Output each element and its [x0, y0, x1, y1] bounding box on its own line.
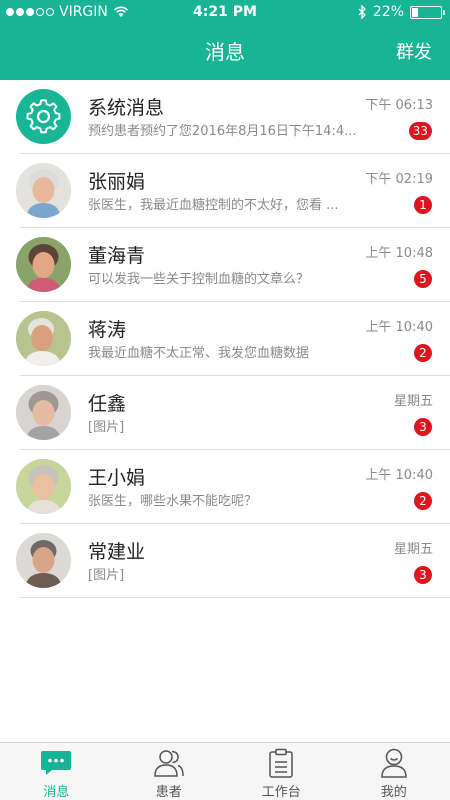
avatar [16, 385, 71, 440]
elderly-man-photo [16, 533, 71, 588]
avatar [16, 163, 71, 218]
contact-name: 系统消息 [88, 97, 165, 119]
tab-bar: 消息 患者 工作台 我的 [0, 742, 450, 800]
contact-name: 常建业 [88, 541, 146, 563]
avatar [16, 533, 71, 588]
clipboard-icon [269, 748, 293, 778]
message-time: 上午 10:40 [365, 320, 433, 335]
profile-icon [380, 748, 407, 778]
elderly-woman-photo [16, 163, 71, 218]
tab-label: 患者 [155, 785, 182, 800]
battery-level [412, 7, 419, 17]
patients-icon [153, 750, 184, 777]
message-row[interactable]: 张丽娟 张医生，我最近血糖控制的不太好，您看 ... 下午 02:19 1 [0, 154, 450, 228]
broadcast-button[interactable]: 群发 [396, 38, 432, 64]
unread-badge: 2 [414, 344, 432, 362]
tab-workbench[interactable]: 工作台 [225, 743, 338, 800]
tab-messages[interactable]: 消息 [0, 743, 113, 800]
contact-name: 张丽娟 [88, 171, 146, 193]
status-right: 22% [358, 4, 445, 20]
message-row[interactable]: 王小娟 张医生，哪些水果不能吃呢？ 上午 10:40 2 [0, 450, 450, 524]
contact-name: 王小娟 [88, 467, 146, 489]
unread-badge: 33 [408, 122, 432, 140]
contact-name: 董海青 [88, 245, 146, 267]
message-list: 系统消息 预约患者预约了您2016年8月16日下午14:4... 下午 06:1… [0, 80, 450, 598]
message-time: 上午 10:48 [365, 246, 433, 261]
unread-badge: 3 [414, 566, 432, 584]
message-preview: 我最近血糖不太正常、我发您血糖数据 [88, 346, 310, 361]
elderly-man-photo [16, 311, 71, 366]
contact-name: 任鑫 [88, 393, 127, 415]
message-time: 星期五 [393, 394, 433, 409]
message-preview: [图片] [88, 420, 125, 435]
top-bar: VIRGIN 4:21 PM 22% 消息 群发 [0, 0, 450, 80]
chat-bubble-icon [41, 751, 72, 775]
message-row[interactable]: 任鑫 [图片] 星期五 3 [0, 376, 450, 450]
message-row[interactable]: 常建业 [图片] 星期五 3 [0, 524, 450, 598]
battery-percent: 22% [372, 4, 404, 20]
contact-name: 蒋涛 [88, 319, 127, 341]
unread-badge: 2 [414, 492, 432, 510]
message-time: 下午 06:13 [365, 98, 433, 113]
message-preview: 张医生，哪些水果不能吃呢？ [88, 494, 258, 509]
page-title: 消息 [205, 40, 245, 64]
message-time: 星期五 [393, 542, 433, 557]
tab-patients[interactable]: 患者 [113, 743, 226, 800]
tab-label: 我的 [380, 785, 407, 800]
bluetooth-icon [358, 5, 366, 19]
avatar [16, 459, 71, 514]
message-row[interactable]: 蒋涛 我最近血糖不太正常、我发您血糖数据 上午 10:40 2 [0, 302, 450, 376]
message-row[interactable]: 董海青 可以发我一些关于控制血糖的文章么？ 上午 10:48 5 [0, 228, 450, 302]
tab-label: 消息 [43, 785, 70, 800]
message-preview: [图片] [88, 568, 125, 583]
message-time: 上午 10:40 [365, 468, 433, 483]
tab-label: 工作台 [261, 785, 301, 800]
unread-badge: 3 [414, 418, 432, 436]
avatar [16, 311, 71, 366]
unread-badge: 1 [414, 196, 432, 214]
status-bar: VIRGIN 4:21 PM 22% [0, 0, 450, 26]
avatar [16, 237, 71, 292]
message-preview: 可以发我一些关于控制血糖的文章么？ [88, 272, 310, 287]
system-avatar [16, 89, 71, 144]
message-preview: 预约患者预约了您2016年8月16日下午14:4... [88, 124, 357, 139]
elderly-woman-photo [16, 237, 71, 292]
tab-profile[interactable]: 我的 [338, 743, 450, 800]
elderly-woman-photo [16, 385, 71, 440]
gear-icon [26, 99, 61, 134]
message-preview: 张医生，我最近血糖控制的不太好，您看 ... [88, 198, 339, 213]
message-row-system[interactable]: 系统消息 预约患者预约了您2016年8月16日下午14:4... 下午 06:1… [0, 80, 450, 154]
message-time: 下午 02:19 [365, 172, 433, 187]
unread-badge: 5 [414, 270, 432, 288]
elderly-woman-photo [16, 459, 71, 514]
battery-icon [410, 5, 445, 19]
